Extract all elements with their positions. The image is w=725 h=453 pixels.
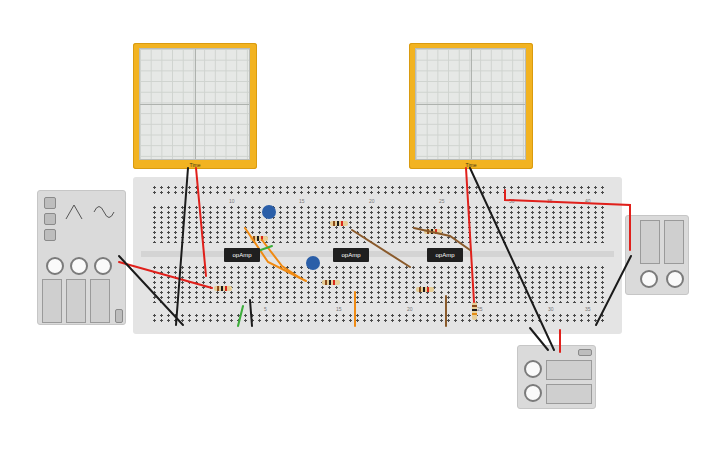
oscilloscope[interactable]: Time [133,43,257,169]
column-number: 25 [439,198,445,204]
wire[interactable] [559,330,561,352]
circuit-canvas: 10 15 20 25 30 35 40 5 15 20 25 30 35 Time Time opAmp op… [0,0,725,453]
scope-screen [139,48,250,160]
wire[interactable] [250,300,252,326]
knob[interactable] [94,257,112,275]
op-amp[interactable]: opAmp [427,248,463,262]
power-supply[interactable] [517,345,596,409]
wire[interactable] [196,168,206,276]
column-number: 20 [369,198,375,204]
column-number: 35 [547,198,553,204]
wave-button[interactable] [44,229,56,241]
hole-strip [151,205,604,243]
oscilloscope[interactable]: Time [409,43,533,169]
waveform-icon [64,199,122,225]
resistor[interactable] [416,287,434,292]
display-panel [42,279,62,323]
column-number: 10 [229,198,235,204]
column-number: 25 [477,306,483,312]
breadboard: 10 15 20 25 30 35 40 5 15 20 25 30 35 [133,177,622,334]
wire[interactable] [466,168,474,302]
wave-button[interactable] [44,197,56,209]
wire[interactable] [262,240,300,278]
resistor[interactable] [250,236,268,241]
knob[interactable] [640,270,658,288]
center-channel [141,251,614,257]
resistor[interactable] [424,229,442,234]
wire[interactable] [530,328,548,350]
resistor[interactable] [330,221,348,226]
wire[interactable] [176,168,188,325]
hole-strip [151,185,604,195]
wire[interactable] [445,296,447,326]
op-amp[interactable]: opAmp [224,248,260,262]
column-number: 40 [585,198,591,204]
knob[interactable] [70,257,88,275]
resistor[interactable] [214,286,232,291]
wire[interactable] [470,168,554,350]
power-supply[interactable] [625,215,689,295]
power-switch[interactable] [578,349,592,356]
resistor[interactable] [322,280,340,285]
display-panel [546,360,592,380]
column-number: 35 [585,306,591,312]
wire[interactable] [119,256,183,325]
knob[interactable] [524,360,542,378]
display-panel [546,384,592,404]
hole-strip [151,313,604,323]
function-generator[interactable] [37,190,126,325]
wire[interactable] [354,292,356,326]
knob[interactable] [46,257,64,275]
column-number: 15 [299,198,305,204]
display-panel [664,220,684,264]
display-panel [640,220,660,264]
column-number: 30 [509,198,515,204]
time-label: Time [409,161,533,169]
display-panel [66,279,86,323]
wave-button[interactable] [44,213,56,225]
capacitor[interactable] [262,205,276,219]
time-label: Time [133,161,257,169]
column-number: 20 [407,306,413,312]
knob[interactable] [524,384,542,402]
column-number: 5 [264,306,267,312]
wire-layer [0,0,725,453]
wire[interactable] [505,190,630,250]
wire[interactable] [596,256,631,325]
power-switch[interactable] [115,309,123,323]
column-number: 30 [548,306,554,312]
display-panel [90,279,110,323]
resistor[interactable] [472,302,477,320]
knob[interactable] [666,270,684,288]
column-number: 15 [336,306,342,312]
wire[interactable] [119,262,212,288]
scope-screen [415,48,526,160]
wire[interactable] [238,306,243,326]
op-amp[interactable]: opAmp [333,248,369,262]
capacitor[interactable] [306,256,320,270]
hole-strip [151,265,604,303]
wire[interactable] [414,228,470,250]
